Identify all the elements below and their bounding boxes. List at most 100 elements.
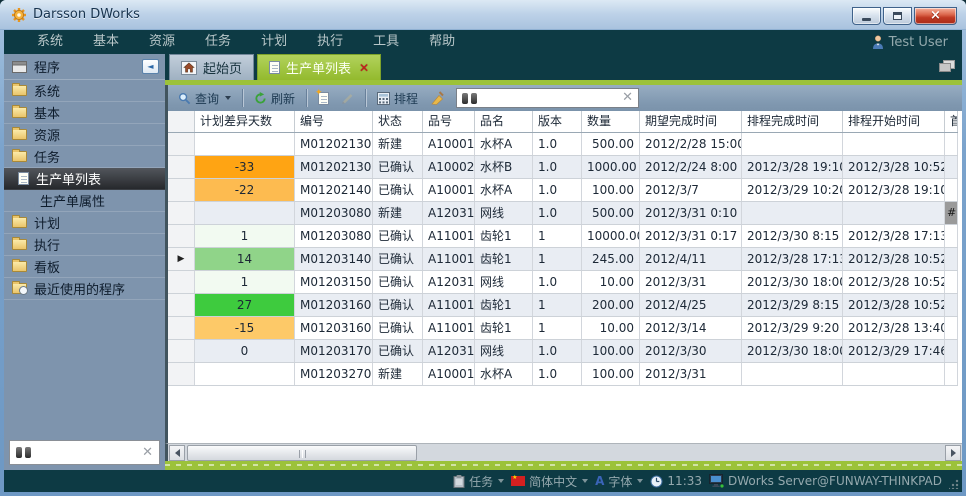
row-selector[interactable] [168, 225, 195, 247]
title-bar[interactable]: Darsson DWorks × [0, 0, 966, 30]
table-row[interactable]: 27M012031601已确认A11001齿轮11200.002012/4/25… [168, 294, 958, 317]
row-selector[interactable] [168, 317, 195, 339]
grid-cell[interactable]: -33 [195, 156, 295, 178]
column-header[interactable]: 数量 [582, 111, 640, 132]
horizontal-scrollbar[interactable] [165, 443, 962, 461]
grid-cell[interactable]: 1.0 [533, 156, 582, 178]
grid-cell[interactable]: 水杯A [475, 363, 533, 385]
grid-cell[interactable]: 2012/3/29 8:15 [742, 294, 843, 316]
grid-cell[interactable]: 2012/3/28 10:52 [843, 271, 945, 293]
status-language-menu[interactable]: 简体中文 [511, 473, 588, 490]
grid-cell[interactable]: 2012/3/31 [640, 363, 742, 385]
column-header[interactable]: 计划差异天数 [195, 111, 295, 132]
grid-cell[interactable]: 14 [195, 248, 295, 270]
grid-cell[interactable]: 1000.00 [582, 156, 640, 178]
sidebar-search-clear-icon[interactable]: ✕ [142, 447, 153, 459]
column-header[interactable]: 排程开始时间 [843, 111, 945, 132]
grid-cell[interactable]: 1.0 [533, 271, 582, 293]
grid-cell[interactable]: A12031 [423, 202, 475, 224]
grid-cell[interactable] [945, 340, 958, 362]
grid-cell[interactable]: 500.00 [582, 133, 640, 155]
tab-production-order-list[interactable]: 生产单列表 ✕ [257, 54, 381, 80]
grid-cell[interactable]: 10000.00 [582, 225, 640, 247]
grid-cell[interactable] [742, 202, 843, 224]
grid-cell[interactable]: 已确认 [373, 294, 423, 316]
column-header[interactable]: 期望完成时间 [640, 111, 742, 132]
column-header[interactable] [168, 111, 195, 132]
grid-cell[interactable]: 网线 [475, 202, 533, 224]
grid-cell[interactable]: 水杯B [475, 156, 533, 178]
grid-cell[interactable]: A10001 [423, 363, 475, 385]
toolbar-search-input[interactable] [482, 91, 617, 105]
row-selector[interactable] [168, 133, 195, 155]
grid-cell[interactable] [945, 317, 958, 339]
sidebar-collapse-button[interactable]: ◄ [142, 59, 159, 74]
menu-item-7[interactable]: 工具 [358, 30, 414, 54]
grid-cell[interactable]: 0 [195, 340, 295, 362]
sidebar-item-10[interactable]: 最近使用的程序 [4, 278, 165, 300]
sidebar-item-9[interactable]: 看板 [4, 256, 165, 278]
menu-item-3[interactable]: 资源 [134, 30, 190, 54]
user-menu[interactable]: Test User [872, 35, 962, 50]
sidebar-item-7[interactable]: 计划 [4, 212, 165, 234]
window-list-icon[interactable] [939, 60, 955, 73]
grid-cell[interactable]: M012030801 [295, 202, 373, 224]
table-row[interactable]: M012030801新建A12031网线1.0500.002012/3/31 0… [168, 202, 958, 225]
grid-cell[interactable]: 2012/3/7 [640, 179, 742, 201]
grid-cell[interactable]: 2012/4/25 [640, 294, 742, 316]
grid-cell[interactable]: 1.0 [533, 340, 582, 362]
clean-button[interactable] [426, 90, 448, 106]
menu-item-8[interactable]: 帮助 [414, 30, 470, 54]
row-selector[interactable] [168, 271, 195, 293]
grid-cell[interactable]: 2012/3/28 17:13 [742, 248, 843, 270]
grid-cell[interactable] [945, 225, 958, 247]
column-header[interactable]: 状态 [373, 111, 423, 132]
grid-cell[interactable]: 已确认 [373, 248, 423, 270]
tab-start-page[interactable]: 起始页 [169, 54, 254, 80]
grid-cell[interactable]: 2012/3/28 19:10 [742, 156, 843, 178]
sidebar-item-6[interactable]: 生产单属性 [4, 190, 165, 212]
grid-cell[interactable]: 200.00 [582, 294, 640, 316]
grid-cell[interactable]: A10001 [423, 179, 475, 201]
grid-cell[interactable]: M012031602 [295, 317, 373, 339]
grid-cell[interactable] [742, 133, 843, 155]
grid-cell[interactable]: 2012/4/11 [640, 248, 742, 270]
table-row[interactable]: -33M012021302已确认A10002水杯B1.01000.002012/… [168, 156, 958, 179]
sidebar-search-input[interactable] [36, 446, 137, 460]
grid-cell[interactable]: 27 [195, 294, 295, 316]
sidebar-item-1[interactable]: 系统 [4, 80, 165, 102]
grid-cell[interactable]: 2012/3/29 10:20 [742, 179, 843, 201]
menu-item-2[interactable]: 基本 [78, 30, 134, 54]
row-selector[interactable] [168, 202, 195, 224]
grid-cell[interactable] [195, 202, 295, 224]
grid-cell[interactable]: 2012/2/28 15:00 [640, 133, 742, 155]
query-button[interactable]: 查询 [174, 89, 235, 108]
grid-cell[interactable] [843, 133, 945, 155]
grid-cell[interactable]: 2012/3/14 [640, 317, 742, 339]
grid-cell[interactable]: 水杯A [475, 133, 533, 155]
grid-cell[interactable]: A11001 [423, 248, 475, 270]
grid-cell[interactable]: -15 [195, 317, 295, 339]
grid-cell[interactable]: M012021401 [295, 179, 373, 201]
grid-cell[interactable]: M012030802 [295, 225, 373, 247]
grid-cell[interactable]: 100.00 [582, 363, 640, 385]
grid-cell[interactable]: 2012/3/30 18:00 [742, 340, 843, 362]
grid-cell[interactable]: 网线 [475, 271, 533, 293]
grid-cell[interactable]: 1 [533, 317, 582, 339]
grid-cell[interactable]: 新建 [373, 363, 423, 385]
grid-cell[interactable]: M012031402 [295, 248, 373, 270]
grid-cell[interactable]: 2012/3/31 [640, 271, 742, 293]
grid-cell[interactable] [945, 133, 958, 155]
table-row[interactable]: -15M012031602已确认A11001齿轮1110.002012/3/14… [168, 317, 958, 340]
table-row[interactable]: M012032701新建A10001水杯A1.0100.002012/3/31 [168, 363, 958, 386]
grid-cell[interactable]: 已确认 [373, 317, 423, 339]
table-row[interactable]: 1M012031501已确认A12031网线1.010.002012/3/312… [168, 271, 958, 294]
row-selector[interactable] [168, 340, 195, 362]
grid-cell[interactable]: 1 [195, 271, 295, 293]
column-header[interactable]: 编号 [295, 111, 373, 132]
sidebar-item-5[interactable]: 生产单列表 [4, 168, 165, 190]
grid-cell[interactable]: 1 [533, 294, 582, 316]
grid-cell[interactable]: 100.00 [582, 340, 640, 362]
sidebar-item-4[interactable]: 任务 [4, 146, 165, 168]
close-button[interactable]: × [914, 7, 957, 25]
